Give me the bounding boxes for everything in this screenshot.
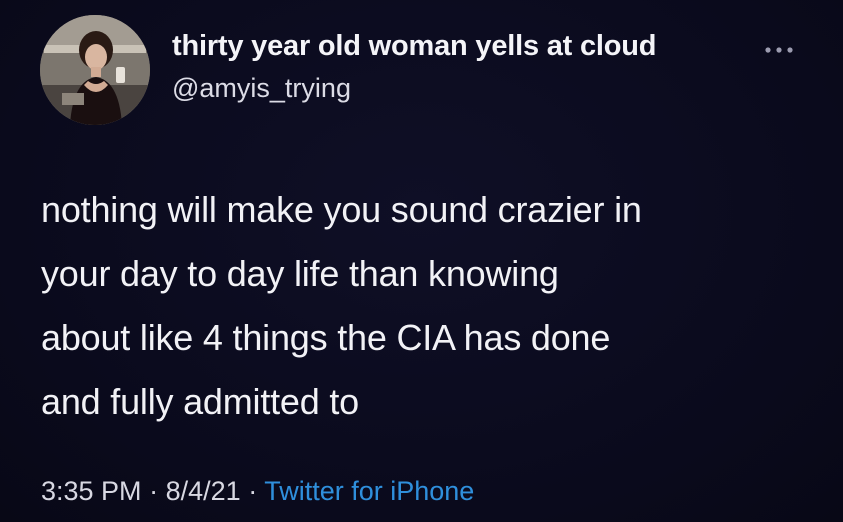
separator-dot: · xyxy=(149,476,159,506)
user-handle[interactable]: @amyis_trying xyxy=(172,73,351,104)
tweet-source-link[interactable]: Twitter for iPhone xyxy=(264,476,474,506)
tweet-metadata: 3:35 PM · 8/4/21 · Twitter for iPhone xyxy=(41,476,474,507)
tweet-time[interactable]: 3:35 PM xyxy=(41,476,142,506)
profile-photo-icon xyxy=(40,15,150,125)
tweet-card: thirty year old woman yells at cloud @am… xyxy=(0,0,843,522)
tweet-text-line: about like 4 things the CIA has done xyxy=(41,317,611,358)
tweet-text-line: nothing will make you sound crazier in xyxy=(41,189,642,230)
tweet-text-line: and fully admitted to xyxy=(41,381,359,422)
display-name[interactable]: thirty year old woman yells at cloud xyxy=(172,30,657,63)
tweet-text: nothing will make you sound crazier in y… xyxy=(41,178,811,434)
separator-dot: · xyxy=(248,476,258,506)
tweet-date[interactable]: 8/4/21 xyxy=(166,476,241,506)
tweet-text-line: your day to day life than knowing xyxy=(41,253,559,294)
avatar[interactable] xyxy=(40,15,150,125)
more-options-icon[interactable] xyxy=(764,42,794,53)
